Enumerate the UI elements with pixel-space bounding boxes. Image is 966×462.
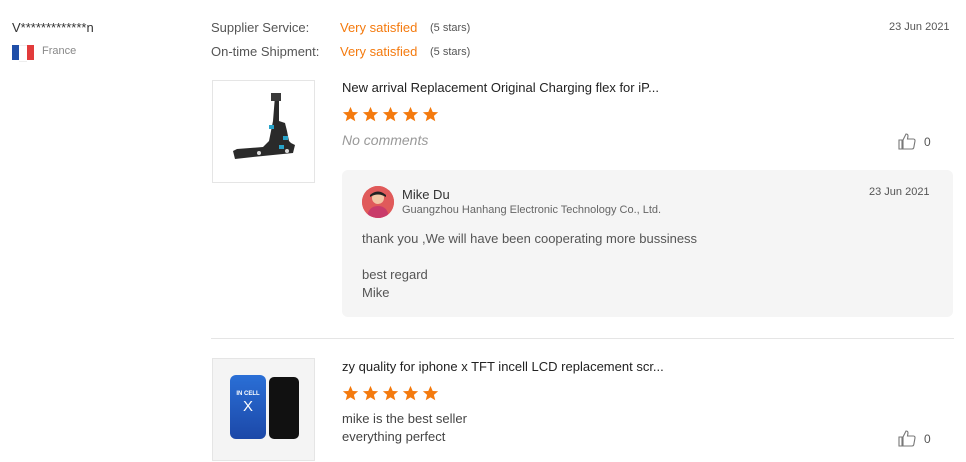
supplier-reply-box: Mike Du Guangzhou Hanhang Electronic Tec… xyxy=(342,170,953,317)
product-star-rating xyxy=(342,385,439,402)
star-icon xyxy=(382,385,399,401)
star-icon xyxy=(422,106,439,122)
star-icon xyxy=(362,385,379,401)
product-thumbnail[interactable] xyxy=(212,80,315,183)
reviewer-name: V*************n xyxy=(12,20,94,35)
reply-text-line: best regard xyxy=(362,267,428,282)
ontime-shipment-stars: (5 stars) xyxy=(430,46,471,58)
lcd-screen-graphic xyxy=(269,377,299,439)
review-divider xyxy=(211,338,954,339)
star-icon xyxy=(422,385,439,401)
supplier-service-stars: (5 stars) xyxy=(430,22,471,34)
france-flag-icon xyxy=(12,45,34,62)
star-icon xyxy=(402,385,419,401)
thumbs-up-icon xyxy=(898,430,916,447)
thumb-text: X xyxy=(242,398,253,415)
star-icon xyxy=(402,106,419,122)
reply-text-line: Mike xyxy=(362,285,390,300)
like-button[interactable]: 0 xyxy=(898,133,931,150)
reply-author-name: Mike Du xyxy=(402,187,450,202)
product-thumbnail[interactable]: IN CELL X xyxy=(212,358,315,461)
avatar xyxy=(362,186,394,218)
star-icon xyxy=(362,106,379,122)
charging-flex-image xyxy=(213,81,314,182)
review-date: 23 Jun 2021 xyxy=(889,21,950,33)
lcd-box-graphic: IN CELL X xyxy=(230,375,266,439)
reviewer-country: France xyxy=(42,45,77,57)
review-comment-line: everything perfect xyxy=(342,429,446,444)
like-button[interactable]: 0 xyxy=(898,430,931,447)
reply-date: 23 Jun 2021 xyxy=(869,186,930,198)
product-star-rating xyxy=(342,106,439,123)
product-title[interactable]: New arrival Replacement Original Chargin… xyxy=(342,80,659,95)
reply-text-line: thank you ,We will have been cooperating… xyxy=(362,231,698,246)
thumbs-up-icon xyxy=(898,133,916,150)
reply-author-company: Guangzhou Hanhang Electronic Technology … xyxy=(402,204,662,216)
ontime-shipment-value: Very satisfied xyxy=(340,44,418,59)
star-icon xyxy=(342,106,359,122)
thumb-text: IN CELL xyxy=(236,391,260,397)
star-icon xyxy=(382,106,399,122)
like-count: 0 xyxy=(924,431,931,446)
review-comment: No comments xyxy=(342,132,429,148)
star-icon xyxy=(342,385,359,401)
supplier-service-value: Very satisfied xyxy=(340,20,418,35)
review-comment-line: mike is the best seller xyxy=(342,411,467,426)
supplier-service-label: Supplier Service: xyxy=(211,20,310,35)
product-title[interactable]: zy quality for iphone x TFT incell LCD r… xyxy=(342,359,664,374)
supplier-avatar-image xyxy=(362,186,394,218)
ontime-shipment-label: On-time Shipment: xyxy=(211,44,320,59)
like-count: 0 xyxy=(924,134,931,149)
